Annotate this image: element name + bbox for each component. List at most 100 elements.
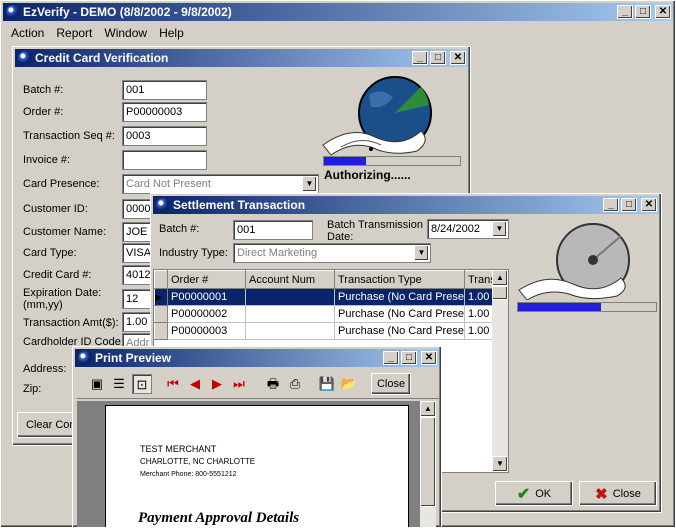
column-header-type[interactable]: Transaction Type [334,270,465,289]
print-icon[interactable]: ⎙ [285,374,305,394]
invoice-field[interactable] [122,150,207,170]
cell-order[interactable]: P00000001 [167,288,246,306]
scroll-thumb[interactable] [492,286,508,300]
authorizing-status: Authorizing...... [324,168,411,182]
menu-action[interactable]: Action [5,23,50,43]
last-page-icon[interactable]: ⏭ [229,374,249,394]
cell-account[interactable] [245,288,335,306]
cell-type[interactable]: Purchase (No Card Present) [334,305,465,323]
scroll-down-icon[interactable]: ▼ [492,456,508,472]
grid-scrollbar[interactable]: ▲ ▼ [492,270,508,472]
cell-account[interactable] [245,322,335,340]
checkmark-icon: ✔ [516,485,531,503]
preview-close-button[interactable]: ✕ [421,351,437,365]
cell-order[interactable]: P00000002 [167,305,246,323]
table-row[interactable]: ▶ P00000001 Purchase (No Card Present) 1… [154,288,495,306]
app-icon [6,5,20,19]
menu-window[interactable]: Window [98,23,153,43]
industry-type-value: Direct Marketing [237,247,318,259]
fit-page-icon[interactable]: ⊡ [132,374,152,394]
table-row[interactable]: P00000002 Purchase (No Card Present) 1.0… [154,305,495,323]
ok-button[interactable]: ✔ OK [495,481,573,506]
chevron-down-icon[interactable]: ▼ [414,245,429,261]
ccv-close-button[interactable]: ✕ [450,51,466,65]
seq-field[interactable]: 0003 [122,126,207,146]
ccv-titlebar[interactable]: Credit Card Verification _ □ ✕ [15,49,468,67]
scroll-up-icon[interactable]: ▲ [492,270,508,286]
cell-amount[interactable]: 1.00 [464,288,495,306]
preview-toolbar: ▣ ☰ ⊡ ⏮ ◀ ▶ ⏭ 🖶 ⎙ 💾 📂 Close [77,371,439,399]
batch-field[interactable]: 001 [122,80,207,100]
one-page-icon[interactable]: ▣ [87,374,107,394]
cell-account[interactable] [245,305,335,323]
expiration-label: Expiration Date: (mm,yy) [23,287,102,311]
industry-type-label: Industry Type: [159,247,228,259]
first-page-icon[interactable]: ⏮ [163,374,183,394]
chevron-down-icon[interactable]: ▼ [302,176,317,192]
chevron-down-icon[interactable]: ▼ [492,221,507,237]
cell-amount[interactable]: 1.00 [464,305,495,323]
column-header-account[interactable]: Account Num [245,270,335,289]
cell-type[interactable]: Purchase (No Card Present) [334,288,465,306]
settle-close-button[interactable]: ✕ [641,198,657,212]
preview-area: TEST MERCHANT CHARLOTTE, NC CHARLOTTE Me… [77,401,420,527]
table-row[interactable]: P00000003 Purchase (No Card Present) 1.0… [154,322,495,340]
scroll-thumb[interactable] [420,417,436,507]
cell-order[interactable]: P00000003 [167,322,246,340]
previous-page-icon[interactable]: ◀ [185,374,205,394]
next-page-icon[interactable]: ▶ [207,374,227,394]
ok-label: OK [535,487,552,500]
cell-amount[interactable]: 1.00 [464,322,495,340]
globe-icon [517,218,633,300]
scroll-up-icon[interactable]: ▲ [420,401,436,417]
preview-titlebar[interactable]: Print Preview _ □ ✕ [75,349,439,367]
cell-type[interactable]: Purchase (No Card Present) [334,322,465,340]
transmission-date-field[interactable]: 8/24/2002 ▼ [427,219,509,239]
settle-titlebar[interactable]: Settlement Transaction _ □ ✕ [153,196,659,214]
column-header-order[interactable]: Order # [167,270,246,289]
ccv-minimize-button[interactable]: _ [412,51,428,65]
preview-close-action-button[interactable]: Close [371,373,411,395]
x-icon: ✖ [595,485,608,503]
seq-label: Transaction Seq #: [23,130,115,142]
preview-page: TEST MERCHANT CHARLOTTE, NC CHARLOTTE Me… [105,405,409,527]
industry-type-select[interactable]: Direct Marketing ▼ [233,243,431,263]
settle-minimize-button[interactable]: _ [603,198,619,212]
menu-help[interactable]: Help [153,23,190,43]
preview-title: Print Preview [95,351,172,365]
preview-close-label: Close [376,378,406,390]
open-folder-icon[interactable]: 📂 [339,374,359,394]
column-header-amount[interactable]: Trans [464,270,495,289]
presence-label: Card Presence: [23,178,100,190]
settle-close-action-button[interactable]: ✖ Close [579,481,657,506]
preview-maximize-button[interactable]: □ [401,351,417,365]
print-setup-icon[interactable]: 🖶 [263,374,283,394]
settle-close-label: Close [612,487,641,500]
row-indicator [154,322,168,340]
clear-button[interactable]: Clear Con [17,412,77,438]
ccv-progress-fill [324,157,367,165]
row-indicator [154,305,168,323]
card-type-label: Card Type: [23,247,77,259]
presence-value: Card Not Present [126,178,211,190]
save-icon[interactable]: 💾 [317,374,337,394]
close-button[interactable]: ✕ [655,5,671,19]
settle-maximize-button[interactable]: □ [621,198,637,212]
customer-name-label: Customer Name: [23,226,107,238]
minimize-button[interactable]: _ [617,5,633,19]
grid-corner [154,270,168,289]
ccv-maximize-button[interactable]: □ [430,51,446,65]
transmission-date-label: Batch Transmission Date: [327,219,423,243]
presence-select[interactable]: Card Not Present ▼ [122,174,319,194]
preview-scrollbar[interactable]: ▲ [420,401,436,527]
preview-minimize-button[interactable]: _ [383,351,399,365]
app-titlebar[interactable]: EzVerify - DEMO (8/8/2002 - 9/8/2002) _ … [3,3,673,21]
doc-merchant: TEST MERCHANT [140,444,217,454]
preview-window: Print Preview _ □ ✕ ▣ ☰ ⊡ ⏮ ◀ ▶ ⏭ 🖶 ⎙ 💾 … [72,346,442,528]
order-field[interactable]: P00000003 [122,102,207,122]
maximize-button[interactable]: □ [635,5,651,19]
list-view-icon[interactable]: ☰ [109,374,129,394]
app-title: EzVerify - DEMO (8/8/2002 - 9/8/2002) [23,5,232,19]
settle-batch-field[interactable]: 001 [233,220,313,240]
menu-report[interactable]: Report [50,23,98,43]
